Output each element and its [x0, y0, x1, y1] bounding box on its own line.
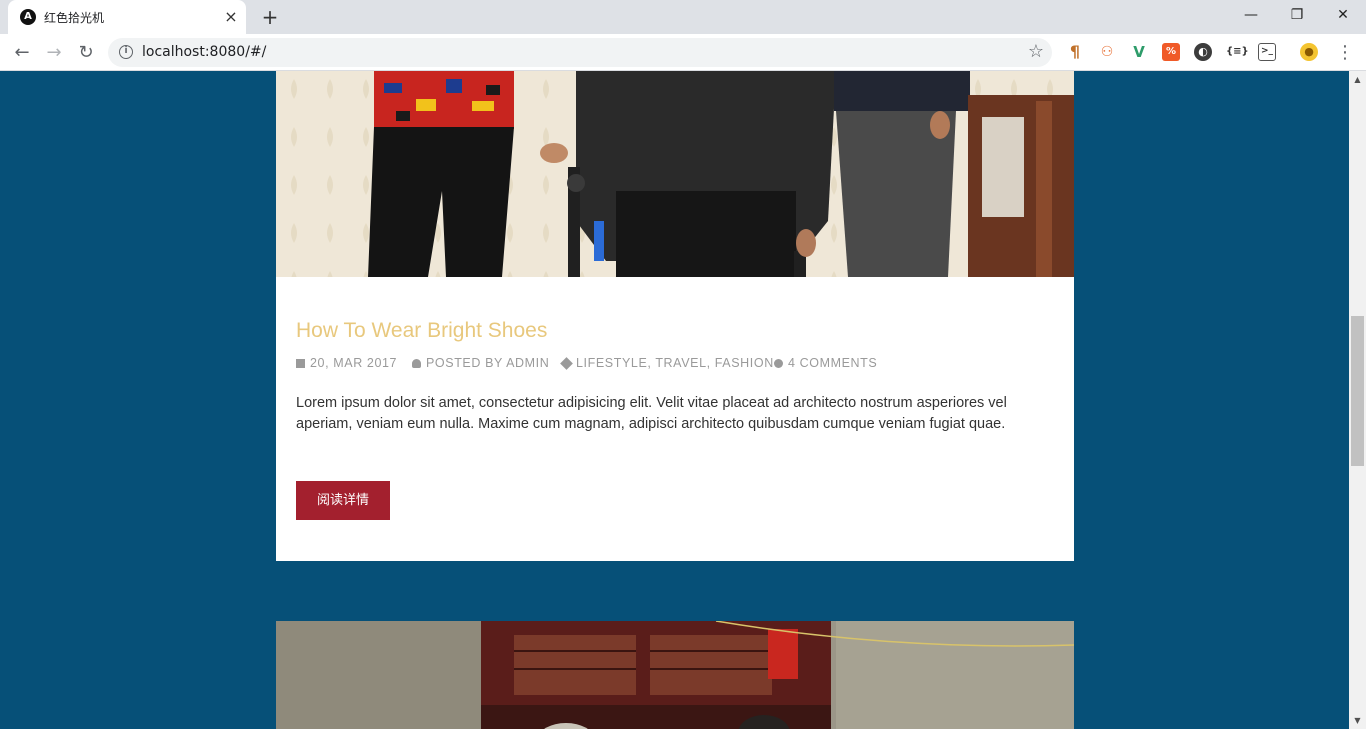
- user-icon: [412, 359, 421, 368]
- comments-icon: [774, 359, 783, 368]
- forward-arrow-icon[interactable]: →: [40, 39, 68, 67]
- restore-button[interactable]: ❐: [1274, 0, 1320, 30]
- tab-strip: A 红色拾光机 × + — ❐ ✕: [0, 0, 1366, 34]
- browser-tab[interactable]: A 红色拾光机 ×: [8, 0, 246, 34]
- back-arrow-icon[interactable]: ←: [8, 39, 36, 67]
- post-date: 20, MAR 2017: [296, 356, 397, 370]
- page-scrollbar[interactable]: ▲ ▼: [1349, 71, 1366, 729]
- favicon-icon: A: [20, 9, 36, 25]
- post-tags: LIFESTYLE, TRAVEL, FASHION: [560, 356, 774, 370]
- scroll-down-arrow-icon[interactable]: ▼: [1349, 712, 1366, 729]
- photo-doorway: [276, 621, 1074, 729]
- minimize-button[interactable]: —: [1228, 0, 1274, 30]
- post-date-text: 20, MAR 2017: [310, 356, 398, 370]
- new-tab-button[interactable]: +: [258, 6, 282, 30]
- photo-people-wheelchair: [276, 71, 1074, 277]
- bookmark-star-icon[interactable]: ☆: [1028, 41, 1044, 62]
- url-text[interactable]: localhost:8080/#/: [142, 44, 266, 60]
- page-content: How To Wear Bright Shoes 20, MAR 2017 PO…: [0, 71, 1349, 729]
- vue-devtools-icon[interactable]: V: [1130, 43, 1148, 61]
- calendar-icon: [296, 359, 305, 368]
- read-more-button[interactable]: 阅读详情: [296, 481, 390, 520]
- post-comments-text[interactable]: 4 COMMENTS: [788, 356, 877, 370]
- close-window-button[interactable]: ✕: [1320, 0, 1366, 30]
- json-extension-icon[interactable]: {≡}: [1226, 43, 1249, 61]
- post-excerpt: Lorem ipsum dolor sit amet, consectetur …: [296, 395, 1007, 432]
- tag-icon: [560, 357, 573, 370]
- post-author-text[interactable]: POSTED BY ADMIN: [426, 356, 549, 370]
- post-author: POSTED BY ADMIN: [412, 356, 549, 370]
- share-extension-icon[interactable]: ⚇: [1098, 43, 1116, 61]
- post-featured-image-2: [276, 621, 1074, 729]
- scroll-up-arrow-icon[interactable]: ▲: [1349, 71, 1366, 88]
- post-card: How To Wear Bright Shoes 20, MAR 2017 PO…: [276, 277, 1074, 561]
- translate-extension-icon[interactable]: %: [1162, 43, 1180, 61]
- profile-avatar-icon[interactable]: ●: [1300, 43, 1318, 61]
- post-tags-text[interactable]: LIFESTYLE, TRAVEL, FASHION: [576, 356, 774, 370]
- address-bar[interactable]: i localhost:8080/#/ ☆: [108, 38, 1052, 67]
- site-info-icon[interactable]: i: [119, 45, 133, 59]
- reload-icon[interactable]: ↻: [72, 39, 100, 67]
- scrollbar-thumb[interactable]: [1351, 316, 1364, 466]
- circle-extension-icon[interactable]: ◐: [1194, 43, 1212, 61]
- browser-toolbar: ← → ↻ i localhost:8080/#/ ☆ ¶ ⚇ V % ◐ {≡…: [0, 34, 1366, 71]
- pilcrow-extension-icon[interactable]: ¶: [1066, 43, 1084, 61]
- terminal-extension-icon[interactable]: >_: [1258, 43, 1276, 61]
- post-title[interactable]: How To Wear Bright Shoes: [296, 319, 547, 343]
- close-tab-icon[interactable]: ×: [222, 8, 240, 26]
- post-comments: 4 COMMENTS: [774, 356, 877, 370]
- menu-dots-icon[interactable]: ⋮: [1336, 39, 1354, 67]
- post-featured-image: [276, 71, 1074, 277]
- tab-title: 红色拾光机: [44, 11, 105, 25]
